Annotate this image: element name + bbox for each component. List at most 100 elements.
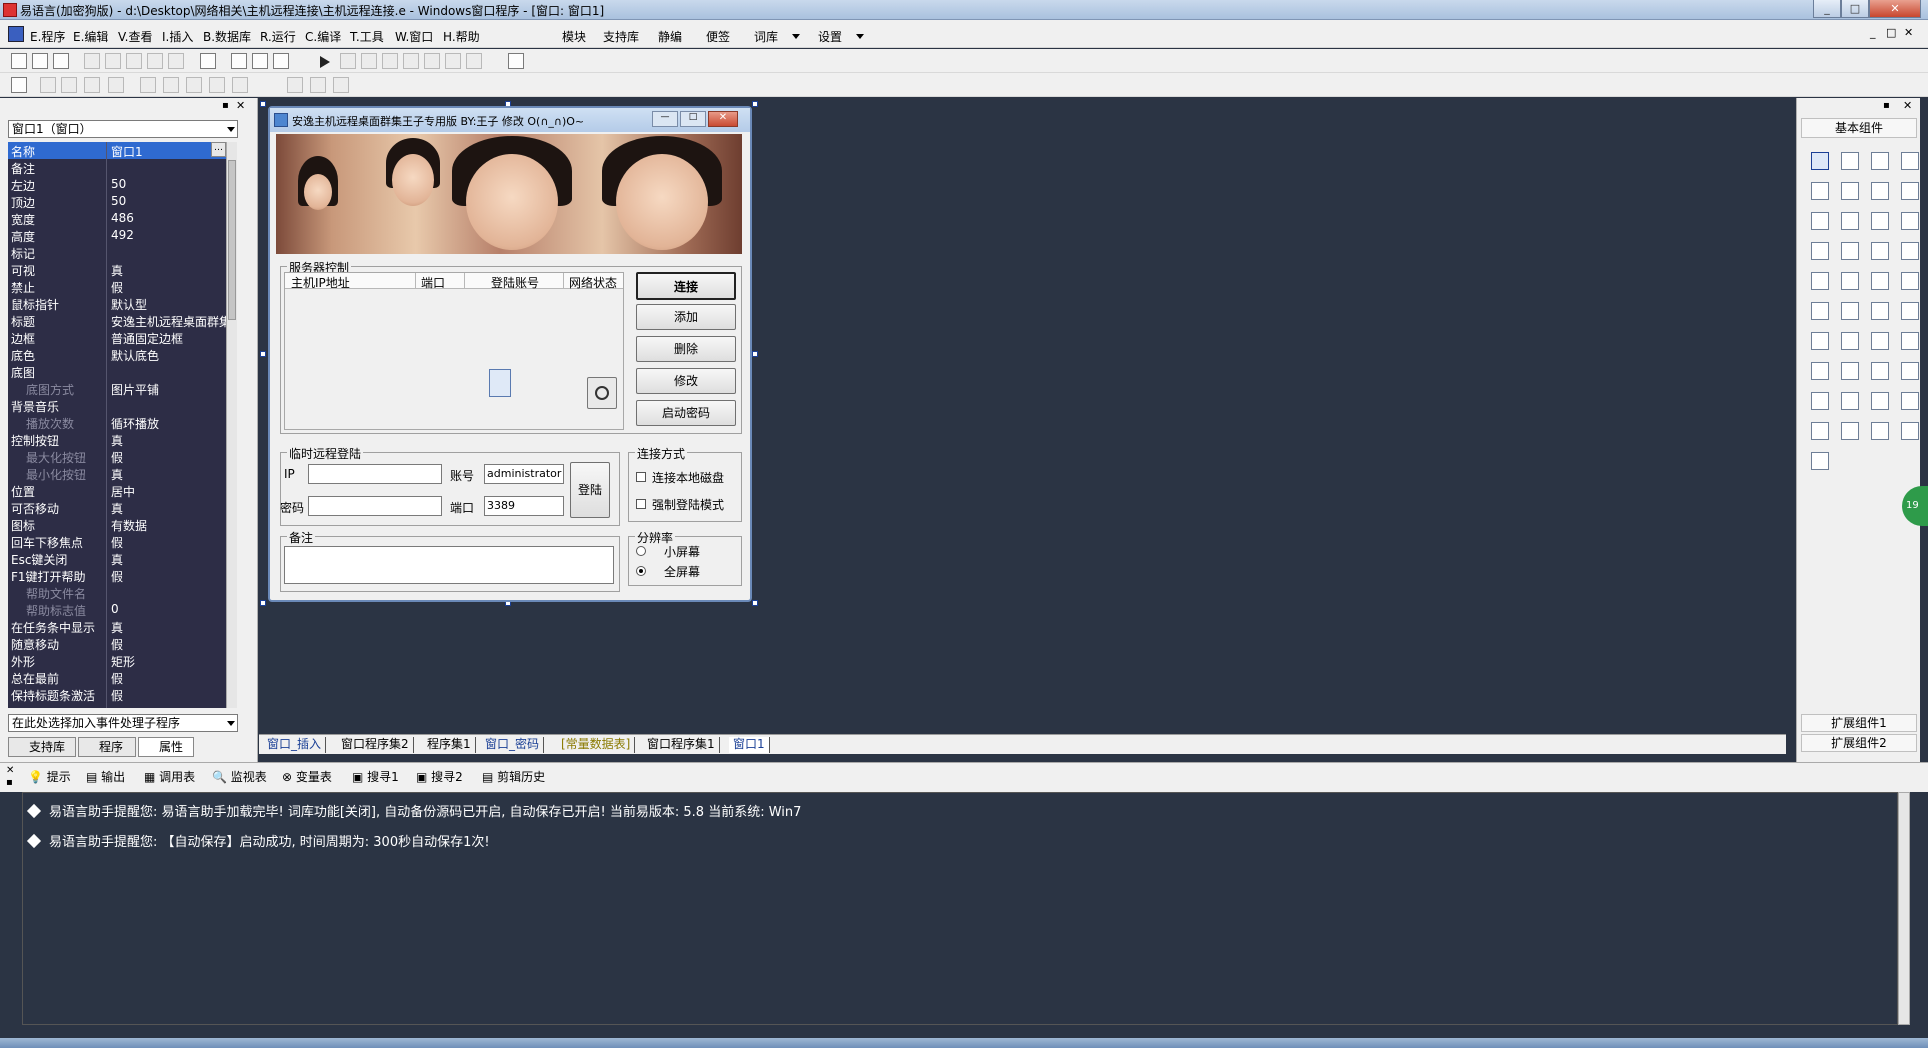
property-value[interactable]: 默认型	[111, 296, 231, 313]
find-icon[interactable]	[200, 53, 216, 69]
document-icon[interactable]	[1901, 302, 1919, 320]
form-minimize-button[interactable]: —	[652, 111, 678, 127]
menu-icon[interactable]	[1901, 332, 1919, 350]
tab-search1[interactable]: ▣ 搜寻1	[352, 768, 399, 786]
mdi-restore-icon[interactable]: □	[1886, 26, 1896, 39]
shape-icon[interactable]	[1901, 152, 1919, 170]
lexicon-dropdown-icon[interactable]	[792, 34, 800, 39]
property-row[interactable]: 左边 50	[8, 176, 237, 193]
chart-icon[interactable]	[1871, 422, 1889, 440]
tab-watch[interactable]: 🔍 监视表	[212, 768, 267, 786]
property-row[interactable]: 位置 居中	[8, 482, 237, 499]
tab-call-table[interactable]: ▦ 调用表	[144, 768, 195, 786]
open-file-icon[interactable]	[32, 53, 48, 69]
force-login-checkbox[interactable]	[636, 499, 646, 509]
timer-icon[interactable]	[1811, 362, 1829, 380]
property-row[interactable]: 外形 矩形	[8, 652, 237, 669]
basic-components-header[interactable]: 基本组件	[1801, 118, 1917, 138]
property-value[interactable]: 假	[111, 670, 231, 687]
port-input[interactable]: 3389	[484, 496, 564, 516]
property-row[interactable]: 标题 安逸主机远程桌面群集	[8, 312, 237, 329]
property-row[interactable]: 宽度 486	[8, 210, 237, 227]
run-icon[interactable]	[320, 56, 330, 68]
property-value[interactable]: 50	[111, 177, 231, 191]
tab-hint[interactable]: 💡 提示	[28, 768, 71, 786]
close-button[interactable]: ✕	[1869, 0, 1921, 18]
label-icon[interactable]	[1841, 152, 1859, 170]
network-icon[interactable]	[1871, 362, 1889, 380]
align-top-icon[interactable]	[84, 77, 100, 93]
property-row[interactable]: 播放次数 循环播放	[8, 414, 237, 431]
column-net-status[interactable]: 网络状态	[569, 274, 617, 291]
property-row[interactable]: 保持标题条激活 假	[8, 686, 237, 703]
menu-support-lib[interactable]: 支持库	[603, 28, 639, 45]
table-icon[interactable]	[1811, 242, 1829, 260]
property-row[interactable]: 在任务条中显示 真	[8, 618, 237, 635]
breakpoint-icon[interactable]	[466, 53, 482, 69]
database-icon[interactable]	[1841, 422, 1859, 440]
property-value[interactable]: 假	[111, 636, 231, 653]
note-input[interactable]	[284, 546, 614, 584]
step-out-icon[interactable]	[424, 53, 440, 69]
property-value[interactable]: 真	[111, 500, 231, 517]
combo-icon[interactable]	[1901, 212, 1919, 230]
copy-icon[interactable]	[105, 53, 121, 69]
same-width-icon[interactable]	[287, 77, 303, 93]
mdi-icon[interactable]	[1811, 422, 1829, 440]
maximize-button[interactable]: □	[1841, 0, 1869, 18]
property-row[interactable]: 底图方式 图片平铺	[8, 380, 237, 397]
client-icon[interactable]	[1811, 392, 1829, 410]
object-selector[interactable]: 窗口1（窗口）	[8, 120, 238, 138]
property-value[interactable]: 普通固定边框	[111, 330, 231, 347]
property-value[interactable]: 假	[111, 449, 231, 466]
property-row[interactable]: 帮助文件名	[8, 584, 237, 601]
printer-icon[interactable]	[1841, 362, 1859, 380]
doc-tab-active[interactable]: 窗口1	[729, 737, 770, 753]
button-icon[interactable]	[1841, 302, 1859, 320]
property-row[interactable]: 可否移动 真	[8, 499, 237, 516]
paste-icon[interactable]	[126, 53, 142, 69]
help-pointer-icon[interactable]	[508, 53, 524, 69]
menu-program[interactable]: E.程序	[30, 28, 65, 45]
odbc-icon[interactable]	[1901, 422, 1919, 440]
property-row[interactable]: 总在最前 假	[8, 669, 237, 686]
toolbox-pin-icon[interactable]: ▪	[1883, 100, 1890, 111]
property-value[interactable]: 真	[111, 432, 231, 449]
property-value[interactable]: 0	[111, 602, 231, 616]
listbox-icon[interactable]	[1871, 212, 1889, 230]
tab-icon[interactable]	[1811, 272, 1829, 290]
resize-handle[interactable]	[752, 600, 758, 606]
password-input[interactable]	[308, 496, 442, 516]
menu-settings[interactable]: 设置	[818, 28, 842, 45]
property-row[interactable]: 标记	[8, 244, 237, 261]
new-file-icon[interactable]	[11, 53, 27, 69]
account-input[interactable]: administrator	[484, 464, 564, 484]
doc-tab[interactable]: 窗口_插入	[263, 737, 327, 753]
resize-handle[interactable]	[260, 101, 266, 107]
menu-edit[interactable]: E.编辑	[73, 28, 108, 45]
server-list[interactable]: 主机IP地址 端口 登陆账号 网络状态	[284, 272, 624, 430]
property-value[interactable]: 真	[111, 466, 231, 483]
property-row[interactable]: 可视 真	[8, 261, 237, 278]
menu-tools[interactable]: T.工具	[350, 28, 384, 45]
column-account[interactable]: 登陆账号	[491, 274, 539, 291]
panel-pin-icon[interactable]: ▪	[222, 100, 229, 111]
property-row[interactable]: 回车下移焦点 假	[8, 533, 237, 550]
property-value[interactable]: 居中	[111, 483, 231, 500]
ellipsis-button[interactable]: …	[211, 142, 226, 157]
property-value[interactable]: 有数据	[111, 517, 231, 534]
property-row[interactable]: 最小化按钮真	[8, 465, 237, 482]
property-row[interactable]: F1键打开帮助 假	[8, 567, 237, 584]
column-host-ip[interactable]: 主机IP地址	[291, 274, 350, 291]
net2-icon[interactable]	[1901, 362, 1919, 380]
property-row[interactable]: 底图	[8, 363, 237, 380]
property-row[interactable]: 底色 默认底色	[8, 346, 237, 363]
connect-button[interactable]: 连接	[636, 272, 736, 300]
center-v-icon[interactable]	[163, 77, 179, 93]
event-selector[interactable]: 在此处选择加入事件处理子程序	[8, 714, 238, 732]
undo-icon[interactable]	[147, 53, 163, 69]
space-h-icon[interactable]	[186, 77, 202, 93]
list-icon[interactable]	[1901, 392, 1919, 410]
image-icon[interactable]	[1871, 152, 1889, 170]
property-value[interactable]: 486	[111, 211, 231, 225]
